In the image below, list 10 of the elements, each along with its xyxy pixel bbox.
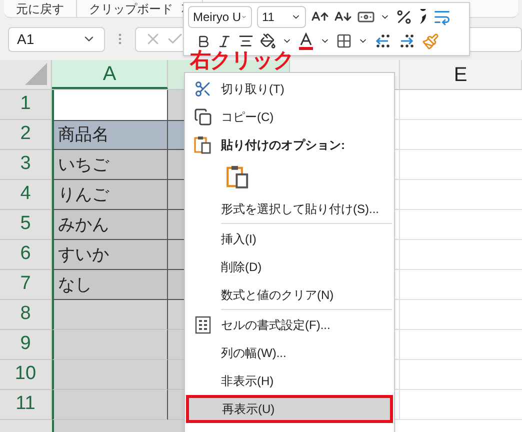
table-cell: なし — [52, 270, 168, 300]
menu-heading: 貼り付けのオプション: — [221, 137, 345, 154]
table-cell: いちご — [52, 150, 168, 180]
table-cell: 商品名 — [52, 120, 168, 150]
table-cell: みかん — [52, 210, 168, 240]
table-cell: りんご — [52, 180, 168, 210]
ribbon-group-label: クリップボード — [89, 0, 173, 18]
table-cell: すいか — [52, 240, 168, 270]
annotation-text: 右クリック — [190, 50, 294, 71]
ribbon-group-label: 元に戻す — [16, 0, 64, 18]
